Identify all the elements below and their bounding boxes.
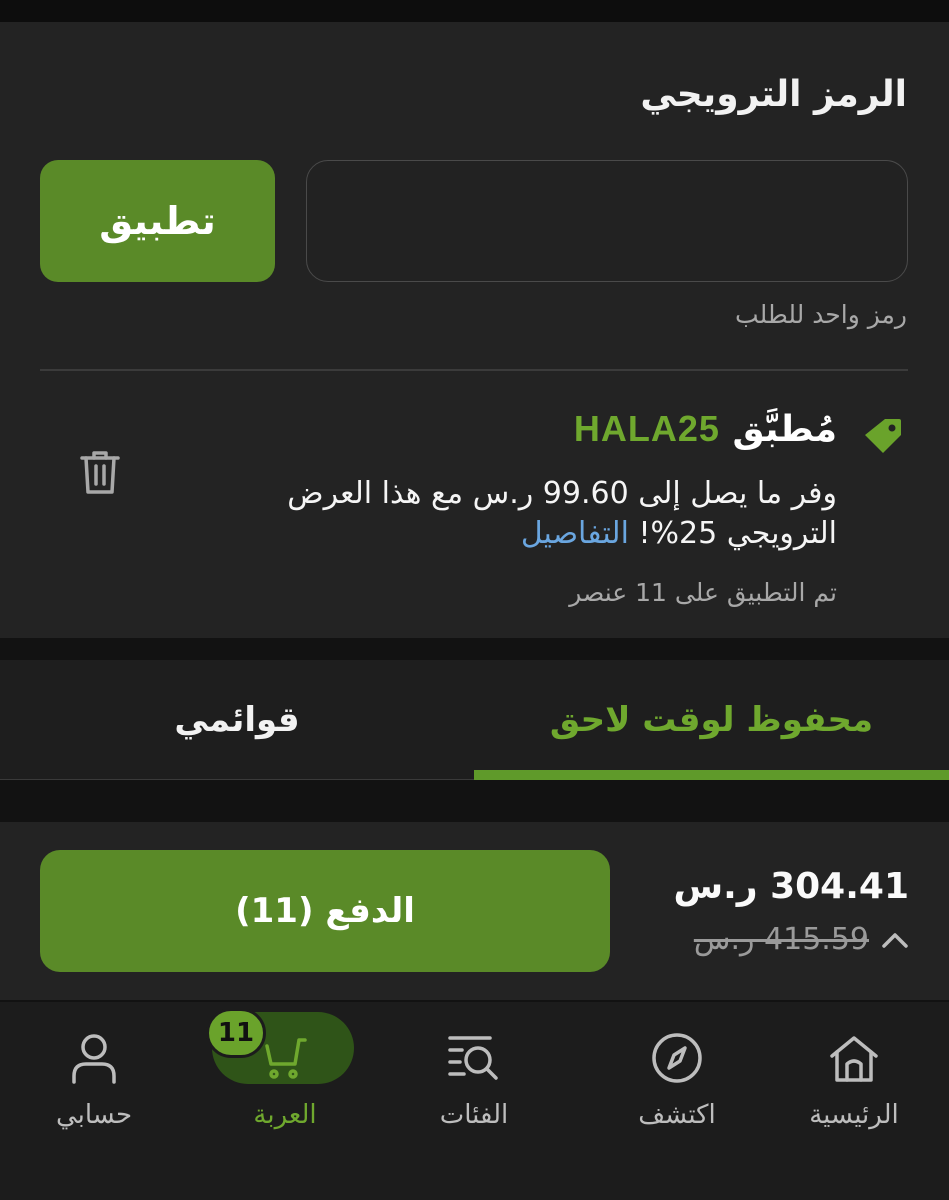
nav-cart-label: العربة bbox=[253, 1100, 317, 1130]
tab-my-lists[interactable]: قوائمي bbox=[0, 660, 474, 780]
active-tab-indicator bbox=[474, 770, 949, 780]
price-breakdown-toggle[interactable]: 415.59 ر.س bbox=[694, 922, 909, 957]
top-strip bbox=[0, 0, 949, 22]
applied-code: HALA25 bbox=[573, 408, 720, 449]
nav-categories[interactable]: الفئات bbox=[384, 1020, 564, 1140]
promo-code-card: الرمز الترويجي تطبيق رمز واحد للطلب مُطب… bbox=[0, 22, 949, 638]
tag-icon bbox=[865, 419, 901, 453]
total-price: 304.41 ر.س bbox=[673, 866, 909, 907]
apply-button[interactable]: تطبيق bbox=[40, 160, 275, 282]
applied-label: مُطبَّق bbox=[732, 409, 837, 450]
checkout-button[interactable]: الدفع (11) bbox=[40, 850, 610, 972]
categories-search-icon bbox=[448, 1036, 498, 1080]
nav-account-label: حسابي bbox=[55, 1100, 133, 1130]
nav-categories-label: الفئات bbox=[439, 1100, 509, 1130]
user-icon bbox=[72, 1034, 116, 1084]
promo-hint: رمز واحد للطلب bbox=[735, 300, 907, 329]
cart-count-badge: 11 bbox=[206, 1008, 266, 1058]
promo-title: الرمز الترويجي bbox=[640, 74, 907, 115]
promo-description: وفر ما يصل إلى 99.60 ر.س مع هذا العرض ال… bbox=[217, 474, 837, 554]
nav-explore[interactable]: اكتشف bbox=[587, 1020, 767, 1140]
cart-tabs: محفوظ لوقت لاحق قوائمي bbox=[0, 660, 949, 780]
details-link[interactable]: التفاصيل bbox=[521, 516, 629, 551]
chevron-up-icon bbox=[882, 932, 908, 948]
nav-home[interactable]: الرئيسية bbox=[764, 1020, 944, 1140]
original-price: 415.59 ر.س bbox=[693, 922, 869, 957]
home-icon bbox=[830, 1036, 878, 1082]
checkout-bar: الدفع (11) 304.41 ر.س 415.59 ر.س bbox=[0, 822, 949, 1000]
trash-icon[interactable] bbox=[78, 448, 122, 496]
applied-items-count: تم التطبيق على 11 عنصر bbox=[569, 578, 837, 607]
nav-explore-label: اكتشف bbox=[638, 1100, 716, 1130]
divider bbox=[40, 369, 908, 371]
tab-saved-for-later[interactable]: محفوظ لوقت لاحق bbox=[474, 660, 949, 780]
nav-account[interactable]: حسابي bbox=[4, 1020, 184, 1140]
nav-home-label: الرئيسية bbox=[809, 1100, 899, 1130]
applied-status: مُطبَّق HALA25 bbox=[574, 408, 837, 450]
promo-code-input[interactable] bbox=[306, 160, 908, 282]
compass-icon bbox=[652, 1033, 702, 1083]
